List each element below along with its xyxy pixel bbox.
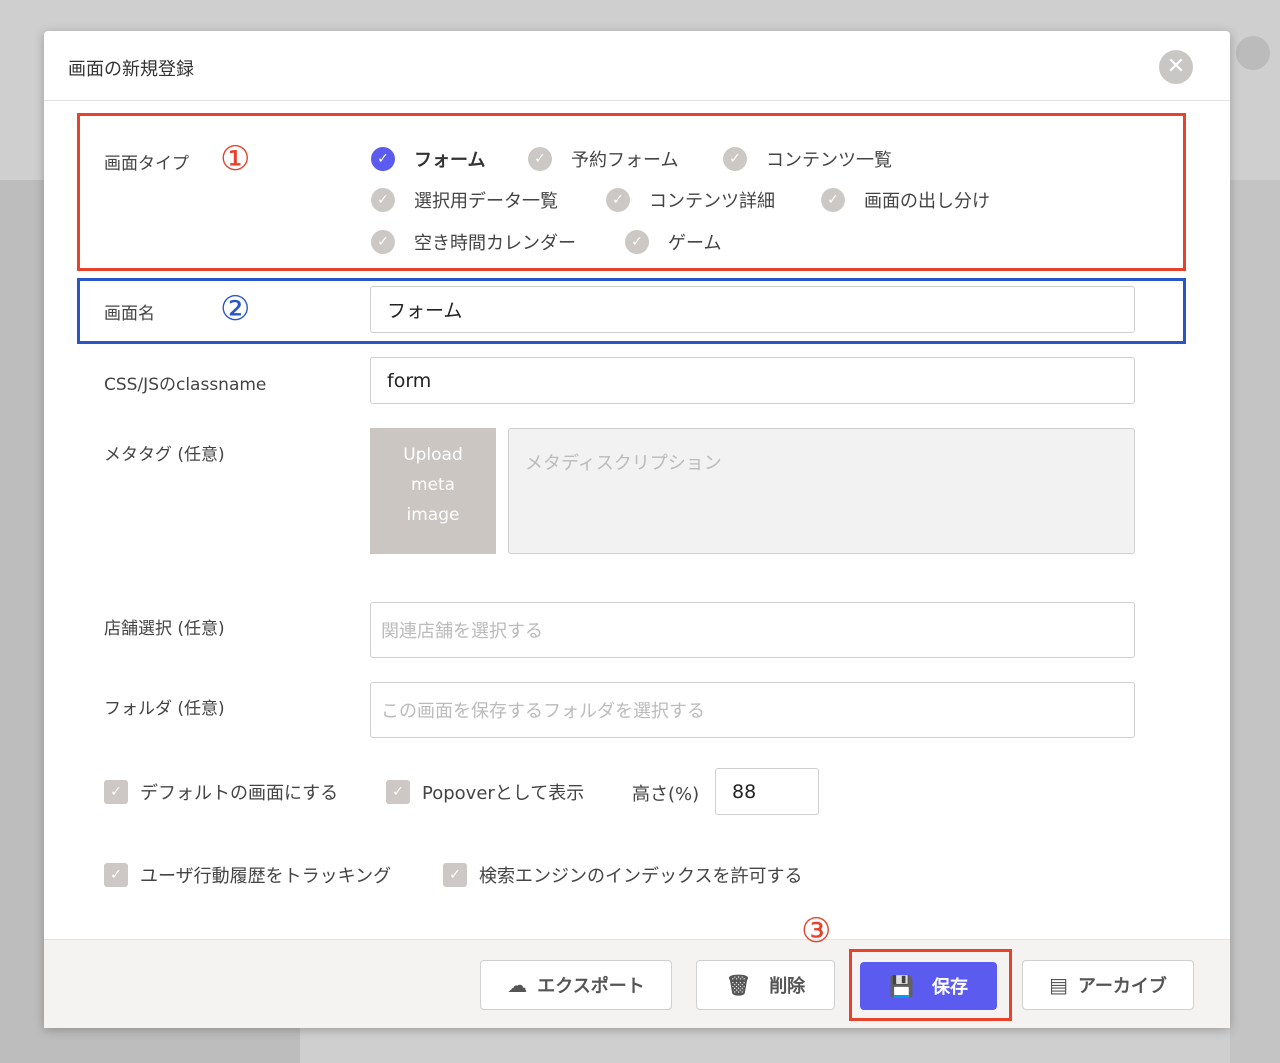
check-icon: ✓ [371,147,395,171]
search-index-label: 検索エンジンのインデックスを許可する [479,866,803,887]
upload-label-line: meta [410,475,456,495]
archive-button-label: アーカイブ [1077,976,1167,997]
popover-checkbox[interactable]: ✓ Popoverとして表示 [386,779,584,805]
screen-type-option-label: 選択用データ一覧 [414,191,558,212]
screen-type-option-content-list[interactable]: ✓ コンテンツ一覧 [723,145,892,173]
screen-type-option-label: コンテンツ詳細 [649,191,775,212]
marker-two: ② [220,289,251,329]
screen-type-option-reservation-form[interactable]: ✓ 予約フォーム [528,145,678,173]
upload-label-line: Upload [403,445,463,465]
check-icon: ✓ [443,863,467,887]
upload-label-line: image [406,505,460,525]
modal-footer: ☁ エクスポート 🗑 削除 💾 保存 ▤ アーカイブ [44,939,1230,1028]
screen-type-option-label: 画面の出し分け [864,191,990,212]
default-screen-checkbox[interactable]: ✓ デフォルトの画面にする [104,779,338,805]
check-icon: ✓ [104,863,128,887]
screen-type-option-content-detail[interactable]: ✓ コンテンツ詳細 [606,186,775,214]
check-icon: ✓ [104,780,128,804]
floppy-disk-icon: 💾 [889,974,914,998]
save-button[interactable]: 💾 保存 [860,962,997,1010]
export-button[interactable]: ☁ エクスポート [480,960,672,1010]
store-label: 店舗選択 (任意) [104,619,225,639]
screen-type-option-game[interactable]: ✓ ゲーム [625,228,721,256]
archive-box-icon: ▤ [1049,973,1068,997]
check-icon: ✓ [371,230,395,254]
height-input[interactable]: 88 [715,768,819,815]
meta-tag-label: メタタグ (任意) [104,445,225,465]
classname-input[interactable]: form [370,357,1135,404]
folder-label: フォルダ (任意) [104,699,225,719]
save-button-label: 保存 [931,977,968,998]
new-screen-modal: 画面の新規登録 ✕ 画面タイプ ① ✓ フォーム ✓ 予約フォーム ✓ コンテン… [44,31,1230,1028]
marker-three: ③ [801,911,832,951]
screen-type-option-label: 空き時間カレンダー [414,233,576,254]
screen-type-option-screen-switch[interactable]: ✓ 画面の出し分け [821,186,990,214]
default-screen-label: デフォルトの画面にする [140,783,339,804]
export-button-label: エクスポート [537,976,645,997]
delete-button-label: 削除 [769,976,806,997]
background-panel-right [1230,180,1280,1063]
store-select[interactable]: 関連店舗を選択する [370,602,1135,658]
marker-one: ① [220,139,251,179]
screen-type-option-selection-data-list[interactable]: ✓ 選択用データ一覧 [371,186,558,214]
check-icon: ✓ [606,188,630,212]
background-avatar [1236,36,1270,70]
height-label: 高さ(%) [632,784,700,805]
modal-header: 画面の新規登録 ✕ [44,31,1230,101]
check-icon: ✓ [723,147,747,171]
check-icon: ✓ [386,780,410,804]
check-icon: ✓ [371,188,395,212]
screen-type-option-label: コンテンツ一覧 [766,150,892,171]
tracking-label: ユーザ行動履歴をトラッキング [140,866,392,887]
check-icon: ✓ [821,188,845,212]
check-icon: ✓ [528,147,552,171]
check-icon: ✓ [625,230,649,254]
screen-type-label: 画面タイプ [104,154,189,174]
screen-type-option-label: 予約フォーム [571,150,679,171]
screen-name-label: 画面名 [104,304,155,324]
delete-button[interactable]: 🗑 削除 [696,960,835,1010]
tracking-checkbox[interactable]: ✓ ユーザ行動履歴をトラッキング [104,862,391,888]
archive-button[interactable]: ▤ アーカイブ [1022,960,1194,1010]
classname-label: CSS/JSのclassname [104,375,267,395]
screen-type-option-availability-calendar[interactable]: ✓ 空き時間カレンダー [371,228,576,256]
meta-description-input[interactable]: メタディスクリプション [508,428,1135,554]
modal-title: 画面の新規登録 [68,59,194,80]
cloud-download-icon: ☁ [507,973,528,997]
screen-name-input[interactable]: フォーム [370,286,1135,333]
upload-meta-image-button[interactable]: Upload meta image [370,428,496,554]
trash-icon: 🗑 [725,973,752,997]
screen-type-option-label: ゲーム [668,233,722,254]
screen-type-option-label: フォーム [414,150,486,171]
popover-label: Popoverとして表示 [422,783,585,804]
close-icon[interactable]: ✕ [1159,50,1193,84]
screen-type-option-form[interactable]: ✓ フォーム [371,145,485,173]
search-index-checkbox[interactable]: ✓ 検索エンジンのインデックスを許可する [443,862,802,888]
folder-select[interactable]: この画面を保存するフォルダを選択する [370,682,1135,738]
